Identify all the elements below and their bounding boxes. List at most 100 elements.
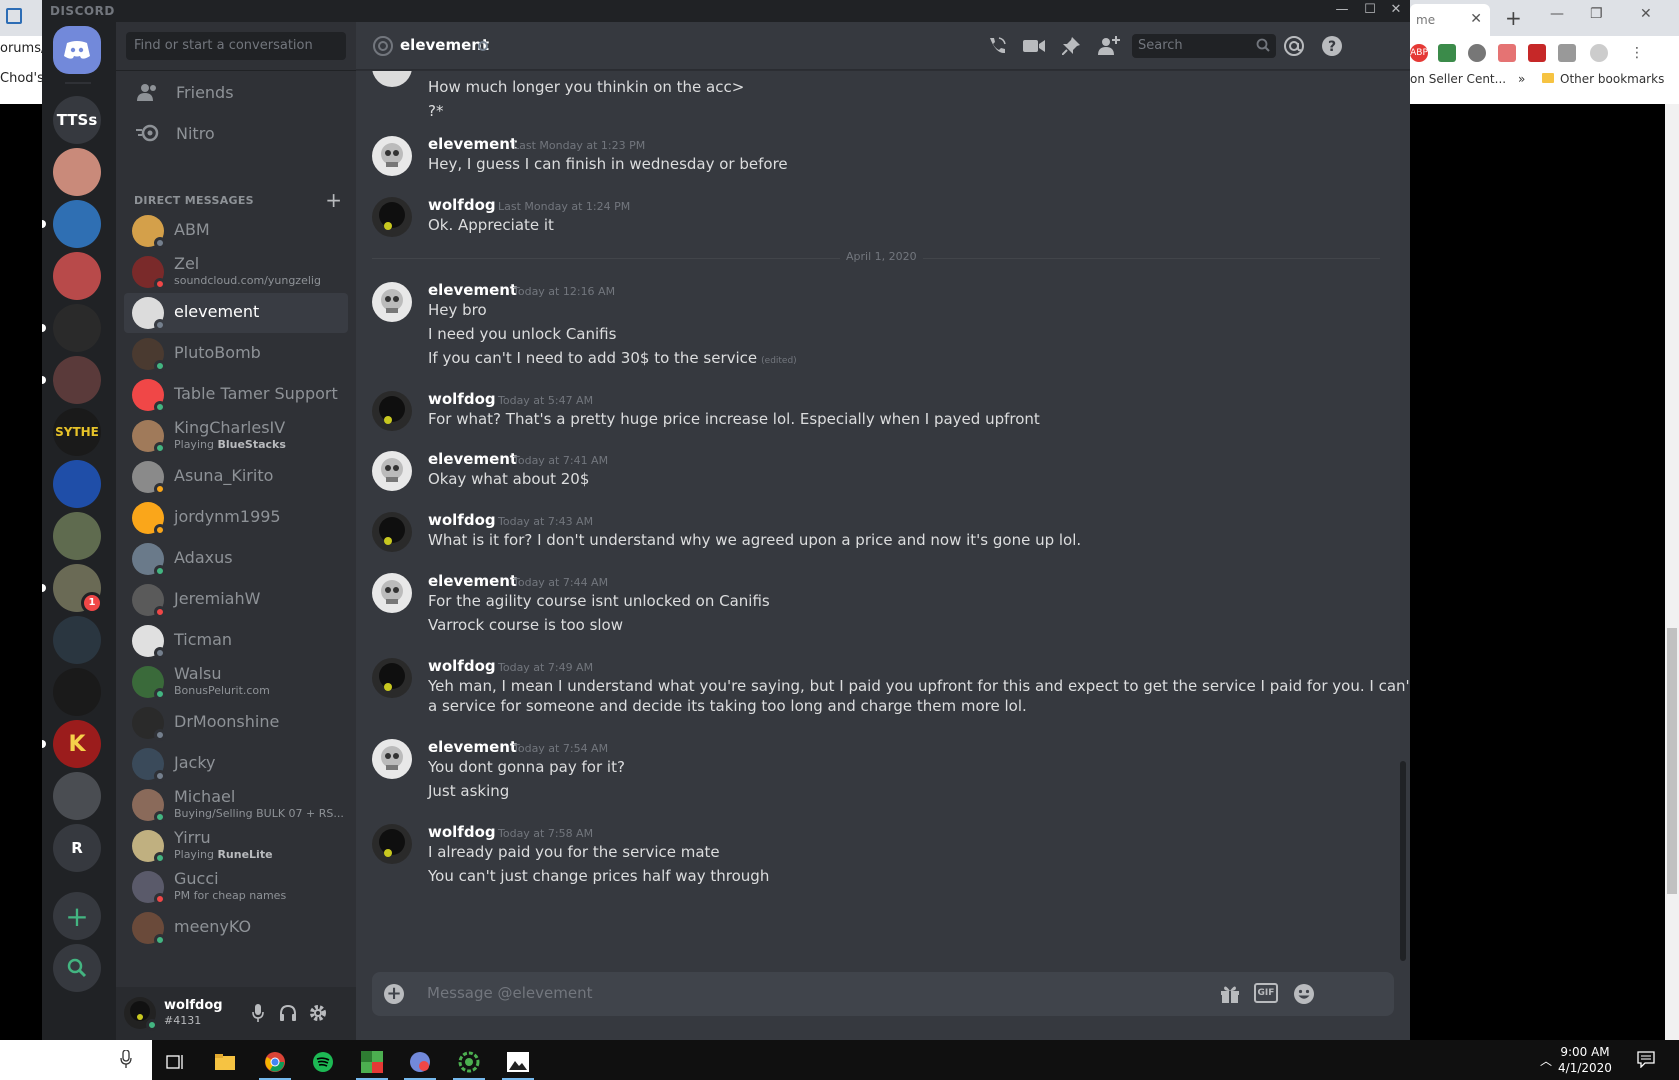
- profile-icon[interactable]: [1590, 44, 1608, 62]
- chat-scrollbar[interactable]: [1396, 71, 1410, 971]
- taskbar-search[interactable]: [42, 1040, 152, 1080]
- mute-button[interactable]: [248, 1003, 268, 1023]
- explore-servers-button[interactable]: [53, 944, 101, 992]
- dm-item[interactable]: Ticman: [124, 621, 348, 661]
- avatar[interactable]: [372, 71, 412, 87]
- chat-search-input[interactable]: Search: [1132, 34, 1276, 58]
- discord-icon[interactable]: [400, 1044, 440, 1080]
- extension-icon[interactable]: [1498, 44, 1516, 62]
- extension-icon[interactable]: [1558, 44, 1576, 62]
- conversation-search[interactable]: Find or start a conversation: [126, 32, 346, 60]
- avatar[interactable]: [372, 391, 412, 431]
- message-author[interactable]: elevement: [428, 135, 517, 153]
- server-icon[interactable]: [53, 356, 101, 404]
- dm-item[interactable]: Adaxus: [124, 539, 348, 579]
- photos-icon[interactable]: [498, 1044, 538, 1080]
- video-call-icon[interactable]: [1022, 34, 1046, 58]
- chrome-icon[interactable]: [255, 1044, 295, 1080]
- spotify-icon[interactable]: [303, 1044, 343, 1080]
- file-explorer-icon[interactable]: [205, 1044, 245, 1080]
- server-icon[interactable]: [53, 668, 101, 716]
- new-tab-button[interactable]: +: [1505, 6, 1522, 30]
- browser-tab[interactable]: me ✕: [1410, 4, 1490, 36]
- message-author[interactable]: wolfdog: [428, 196, 496, 214]
- dm-item[interactable]: Gucci PM for cheap names: [124, 867, 348, 907]
- dm-item[interactable]: JeremiahW: [124, 580, 348, 620]
- gif-button[interactable]: GIF: [1254, 983, 1278, 1003]
- microphone-icon[interactable]: [120, 1049, 132, 1072]
- server-icon[interactable]: [53, 304, 101, 352]
- bookmark-seller-central[interactable]: on Seller Cent...: [1410, 72, 1506, 86]
- dm-item[interactable]: Jacky: [124, 744, 348, 784]
- server-icon[interactable]: [53, 200, 101, 248]
- create-dm-button[interactable]: +: [325, 188, 342, 212]
- minecraft-icon[interactable]: [352, 1044, 392, 1080]
- server-icon[interactable]: [53, 460, 101, 508]
- server-icon[interactable]: TTSs: [53, 96, 101, 144]
- message-author[interactable]: wolfdog: [428, 511, 496, 529]
- dm-item[interactable]: KingCharlesIV Playing BlueStacks: [124, 416, 348, 456]
- browser-bookmark-fragment[interactable]: Chod's: [0, 71, 42, 86]
- avatar[interactable]: [372, 136, 412, 176]
- server-icon[interactable]: SYTHE: [53, 408, 101, 456]
- notifications-icon[interactable]: [1637, 1050, 1655, 1072]
- message-author[interactable]: elevement: [428, 572, 517, 590]
- dm-item[interactable]: PlutoBomb: [124, 334, 348, 374]
- mentions-icon[interactable]: [1282, 34, 1306, 58]
- scroll-thumb[interactable]: [1400, 761, 1406, 961]
- start-button[interactable]: [0, 1040, 42, 1080]
- add-server-button[interactable]: +: [53, 892, 101, 940]
- message-composer[interactable]: + Message @elevement GIF: [372, 972, 1394, 1016]
- message-author[interactable]: wolfdog: [428, 657, 496, 675]
- avatar[interactable]: [372, 824, 412, 864]
- scroll-thumb[interactable]: [1667, 628, 1677, 894]
- server-icon[interactable]: 1: [53, 564, 103, 614]
- dm-item[interactable]: jordynm1995: [124, 498, 348, 538]
- message-input[interactable]: Message @elevement: [427, 984, 592, 1002]
- close-tab-icon[interactable]: ✕: [1470, 11, 1482, 27]
- dm-item[interactable]: meenyKO: [124, 908, 348, 948]
- add-friend-to-dm-icon[interactable]: [1097, 34, 1121, 58]
- other-bookmarks[interactable]: Other bookmarks: [1560, 72, 1664, 86]
- taskbar-clock[interactable]: 9:00 AM 4/1/2020: [1555, 1044, 1615, 1076]
- extension-icon[interactable]: [1468, 44, 1486, 62]
- message-author[interactable]: elevement: [428, 281, 517, 299]
- dm-item[interactable]: Zel soundcloud.com/yungzelig: [124, 252, 348, 292]
- pin-icon[interactable]: [1059, 34, 1083, 58]
- nav-nitro[interactable]: Nitro: [124, 113, 348, 153]
- nav-friends[interactable]: Friends: [124, 72, 348, 112]
- minimize-icon[interactable]: —: [1550, 6, 1564, 22]
- dm-item[interactable]: elevement: [124, 293, 348, 333]
- maximize-icon[interactable]: ☐: [1358, 2, 1382, 17]
- dm-item[interactable]: Asuna_Kirito: [124, 457, 348, 497]
- upload-button[interactable]: +: [384, 984, 404, 1004]
- dm-item[interactable]: Yirru Playing RuneLite: [124, 826, 348, 866]
- deafen-button[interactable]: [278, 1003, 298, 1023]
- minimize-icon[interactable]: —: [1330, 2, 1354, 17]
- runescape-icon[interactable]: [449, 1044, 489, 1080]
- message-list[interactable]: How much longer you thinkin on the acc>?…: [356, 71, 1410, 971]
- server-icon[interactable]: [53, 512, 101, 560]
- dm-item[interactable]: Table Tamer Support: [124, 375, 348, 415]
- message-author[interactable]: elevement: [428, 738, 517, 756]
- avatar[interactable]: [372, 573, 412, 613]
- dm-item[interactable]: ABM: [124, 211, 348, 251]
- avatar[interactable]: [372, 512, 412, 552]
- server-icon[interactable]: [53, 252, 101, 300]
- server-icon[interactable]: [53, 772, 101, 820]
- avatar[interactable]: [372, 739, 412, 779]
- restore-icon[interactable]: ❐: [1590, 6, 1603, 22]
- browser-tab-fragment[interactable]: [0, 0, 42, 36]
- voice-call-icon[interactable]: [985, 34, 1009, 58]
- help-icon[interactable]: ?: [1320, 34, 1344, 58]
- avatar[interactable]: [372, 197, 412, 237]
- message-author[interactable]: elevement: [428, 450, 517, 468]
- tray-chevron-icon[interactable]: ︿: [1540, 1052, 1552, 1069]
- avatar[interactable]: [372, 451, 412, 491]
- dm-item[interactable]: Walsu BonusPelurit.com: [124, 662, 348, 702]
- browser-scrollbar[interactable]: [1665, 104, 1679, 1040]
- extension-icon[interactable]: [1438, 44, 1456, 62]
- home-button[interactable]: [53, 26, 101, 74]
- dm-item[interactable]: DrMoonshine: [124, 703, 348, 743]
- emoji-icon[interactable]: [1292, 982, 1316, 1006]
